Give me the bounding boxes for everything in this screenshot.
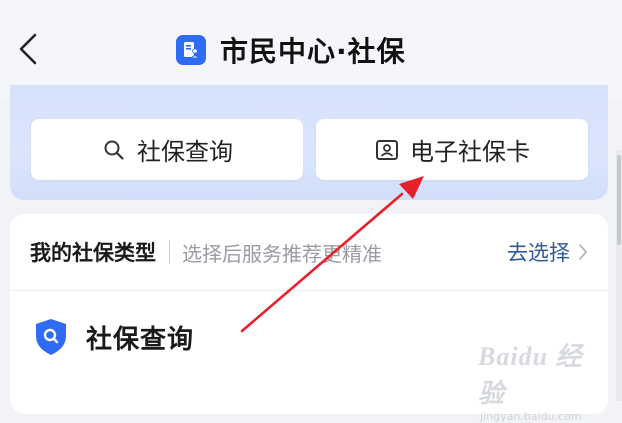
service-banner: 社保查询 电子社保卡 [10, 85, 608, 200]
page-title: 市民中心·社保 [220, 35, 406, 68]
social-security-type-hint: 选择后服务推荐更精准 [182, 241, 382, 266]
divider [169, 240, 170, 264]
document-person-icon [176, 35, 206, 65]
electronic-social-security-card-button[interactable]: 电子社保卡 [316, 119, 588, 180]
social-security-query-section-header: 社保查询 [34, 318, 194, 356]
social-security-type-row[interactable]: 我的社保类型 选择后服务推荐更精准 去选择 [10, 214, 608, 291]
choose-type-label: 去选择 [507, 241, 570, 265]
shield-search-icon [36, 319, 66, 355]
back-button[interactable] [10, 26, 46, 72]
search-icon [101, 137, 127, 163]
social-security-card-panel: 我的社保类型 选择后服务推荐更精准 去选择 社保查询 [10, 214, 608, 414]
electronic-social-security-card-label: 电子社保卡 [410, 138, 530, 166]
id-card-icon [374, 137, 400, 163]
chevron-left-icon [19, 33, 37, 65]
page-title-group: 市民中心·社保 [176, 28, 406, 72]
choose-type-link[interactable]: 去选择 [507, 214, 588, 290]
social-security-type-label: 我的社保类型 [30, 241, 156, 265]
chevron-right-icon [578, 243, 588, 261]
social-security-query-label: 社保查询 [137, 138, 233, 166]
scrollbar-thumb[interactable] [617, 155, 621, 245]
section-title: 社保查询 [86, 324, 195, 355]
social-security-query-button[interactable]: 社保查询 [31, 119, 303, 180]
